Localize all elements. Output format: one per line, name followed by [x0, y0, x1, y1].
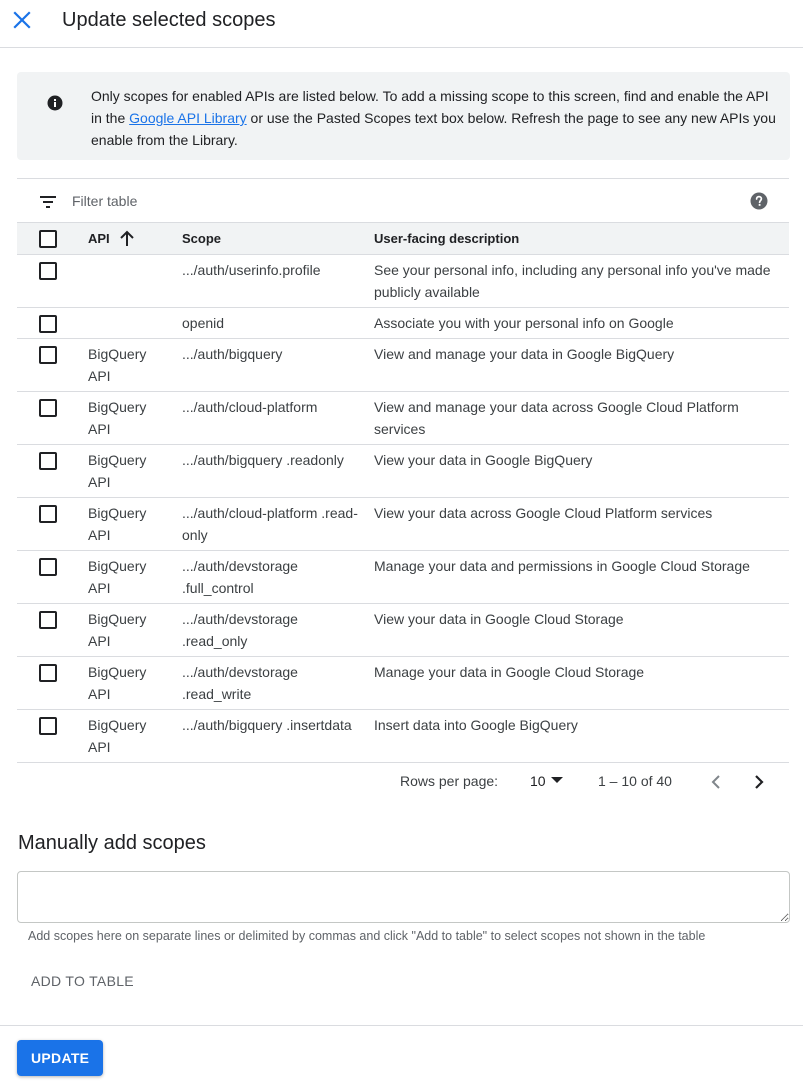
- column-header-scope: Scope: [182, 231, 222, 246]
- row-checkbox[interactable]: [39, 315, 57, 333]
- select-all-checkbox[interactable]: [39, 230, 57, 248]
- row-checkbox[interactable]: [39, 346, 57, 364]
- row-checkbox[interactable]: [39, 399, 57, 417]
- manual-scopes-title: Manually add scopes: [18, 832, 206, 854]
- description-cell: View your data across Google Cloud Platf…: [374, 505, 713, 521]
- table-row: BigQuery API .../auth/bigquery View and …: [17, 339, 789, 392]
- column-header-description: User-facing description: [374, 231, 520, 246]
- api-cell: BigQuery API: [88, 558, 147, 596]
- dialog-footer: UPDATE: [0, 1025, 803, 1090]
- add-to-table-button[interactable]: ADD TO TABLE: [17, 965, 148, 997]
- table-row: BigQuery API .../auth/cloud-platform .re…: [17, 498, 789, 551]
- api-cell: BigQuery API: [88, 611, 147, 649]
- description-cell: View and manage your data across Google …: [374, 399, 739, 437]
- row-checkbox[interactable]: [39, 452, 57, 470]
- scope-cell: .../auth/devstorage .read_only: [182, 611, 298, 649]
- rows-per-page-select[interactable]: 10: [530, 773, 546, 789]
- scope-cell: .../auth/devstorage .full_control: [182, 558, 298, 596]
- scope-cell: .../auth/userinfo.profile: [182, 262, 321, 278]
- description-cell: Manage your data and permissions in Goog…: [374, 558, 750, 574]
- row-checkbox[interactable]: [39, 505, 57, 523]
- row-checkbox[interactable]: [39, 262, 57, 280]
- update-button[interactable]: UPDATE: [17, 1040, 104, 1076]
- scope-cell: .../auth/bigquery: [182, 346, 283, 362]
- table-row: BigQuery API .../auth/devstorage .read_o…: [17, 604, 789, 657]
- api-cell: BigQuery API: [88, 664, 147, 702]
- scope-cell: .../auth/cloud-platform: [182, 399, 318, 415]
- info-icon: [47, 95, 63, 111]
- row-checkbox[interactable]: [39, 664, 57, 682]
- dialog-header: Update selected scopes: [0, 0, 803, 48]
- filter-icon: [40, 196, 56, 208]
- description-cell: View and manage your data in Google BigQ…: [374, 346, 675, 362]
- dialog-title: Update selected scopes: [62, 9, 276, 31]
- chevron-left-icon[interactable]: [704, 770, 728, 794]
- scope-cell: openid: [182, 315, 225, 331]
- table-header: API Scope User-facing description: [17, 223, 789, 255]
- manual-scopes-textarea[interactable]: [17, 871, 790, 923]
- google-api-library-link[interactable]: Google API Library: [129, 110, 247, 126]
- scope-cell: .../auth/devstorage .read_write: [182, 664, 298, 702]
- api-cell: BigQuery API: [88, 717, 147, 755]
- filter-input[interactable]: [72, 190, 712, 212]
- table-row: BigQuery API .../auth/devstorage .full_c…: [17, 551, 789, 604]
- description-cell: Manage your data in Google Cloud Storage: [374, 664, 645, 680]
- rows-per-page-label: Rows per page:: [400, 773, 499, 789]
- description-cell: View your data in Google Cloud Storage: [374, 611, 624, 627]
- banner-text: Only scopes for enabled APIs are listed …: [91, 85, 781, 151]
- chevron-right-icon[interactable]: [747, 770, 771, 794]
- description-cell: Associate you with your personal info on…: [374, 315, 674, 331]
- description-cell: Insert data into Google BigQuery: [374, 717, 578, 733]
- table-row: .../auth/userinfo.profile See your perso…: [17, 255, 789, 308]
- info-banner: Only scopes for enabled APIs are listed …: [17, 72, 790, 160]
- description-cell: View your data in Google BigQuery: [374, 452, 593, 468]
- page-range: 1 – 10 of 40: [598, 773, 672, 789]
- scope-cell: .../auth/bigquery .insertdata: [182, 717, 352, 733]
- row-checkbox[interactable]: [39, 558, 57, 576]
- arrow-up-icon[interactable]: [119, 230, 135, 248]
- table-row: openid Associate you with your personal …: [17, 308, 789, 339]
- row-checkbox[interactable]: [39, 717, 57, 735]
- scope-cell: .../auth/cloud-platform .read-only: [182, 505, 358, 543]
- api-cell: BigQuery API: [88, 399, 147, 437]
- manual-scopes-helper: Add scopes here on separate lines or del…: [28, 929, 706, 943]
- caret-down-icon[interactable]: [551, 777, 563, 783]
- table-pagination: Rows per page: 10 1 – 10 of 40: [17, 764, 789, 800]
- column-header-api[interactable]: API: [88, 231, 110, 247]
- api-cell: BigQuery API: [88, 346, 147, 384]
- table-row: BigQuery API .../auth/bigquery .readonly…: [17, 445, 789, 498]
- api-cell: BigQuery API: [88, 452, 147, 490]
- filter-row: [17, 178, 789, 223]
- close-icon[interactable]: [10, 8, 34, 32]
- description-cell: See your personal info, including any pe…: [374, 262, 771, 300]
- row-checkbox[interactable]: [39, 611, 57, 629]
- api-cell: BigQuery API: [88, 505, 147, 543]
- table-row: BigQuery API .../auth/bigquery .insertda…: [17, 710, 789, 763]
- scopes-table: API Scope User-facing description .../au…: [17, 178, 789, 763]
- table-row: BigQuery API .../auth/cloud-platform Vie…: [17, 392, 789, 445]
- scope-cell: .../auth/bigquery .readonly: [182, 452, 344, 468]
- table-row: BigQuery API .../auth/devstorage .read_w…: [17, 657, 789, 710]
- help-icon[interactable]: [750, 192, 768, 210]
